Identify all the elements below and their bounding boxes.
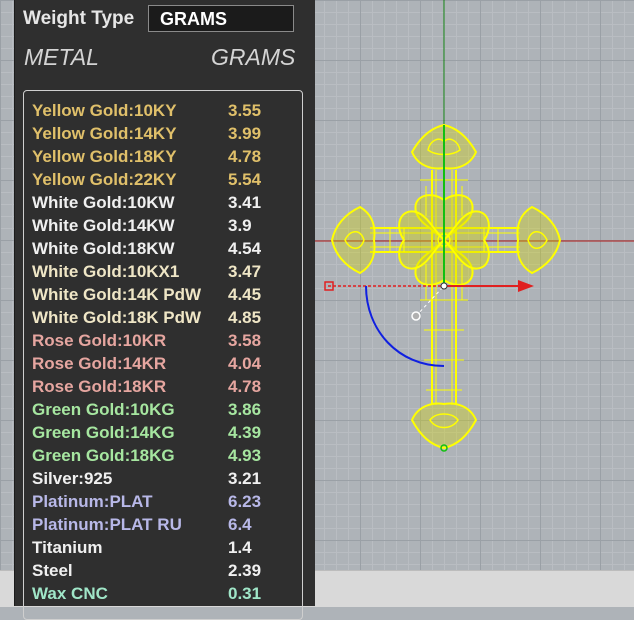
metal-name: White Gold:14K PdW <box>32 285 202 304</box>
gizmo-x-arrow-icon[interactable] <box>518 280 534 292</box>
metal-row[interactable]: White Gold:18K PdW 4.85 <box>32 308 302 330</box>
metal-grams-value: 3.55 <box>228 101 262 120</box>
metal-row[interactable]: Titanium 1.4 <box>32 538 302 560</box>
metal-row[interactable]: Rose Gold:10KR 3.58 <box>32 331 302 353</box>
metal-grams-value: 0.31 <box>228 584 262 603</box>
metal-name: Rose Gold:18KR <box>32 377 167 396</box>
metal-grams-value: 1.4 <box>228 538 252 557</box>
metal-row[interactable]: Rose Gold:14KR 4.04 <box>32 354 302 376</box>
metal-name: Titanium <box>32 538 103 557</box>
metal-row[interactable]: Green Gold:14KG 4.39 <box>32 423 302 445</box>
metal-grams-value: 4.45 <box>228 285 262 304</box>
metal-grams-value: 6.23 <box>228 492 262 511</box>
metal-grams-value: 4.78 <box>228 147 262 166</box>
gizmo-pivot-handle[interactable] <box>411 311 421 321</box>
metal-grams-value: 5.54 <box>228 170 262 189</box>
metal-row[interactable]: Platinum:PLAT RU 6.4 <box>32 515 302 537</box>
metal-name: Platinum:PLAT <box>32 492 153 511</box>
metal-row[interactable]: Silver:925 3.21 <box>32 469 302 491</box>
gizmo-guide-line <box>415 285 445 317</box>
metal-grams-value: 4.85 <box>228 308 262 327</box>
metal-row[interactable]: Yellow Gold:10KY 3.55 <box>32 101 302 123</box>
metal-name: Yellow Gold:22KY <box>32 170 177 189</box>
metal-grams-value: 6.4 <box>228 515 252 534</box>
metal-grams-value: 3.41 <box>228 193 262 212</box>
metal-name: White Gold:14KW <box>32 216 175 235</box>
metal-name: Yellow Gold:10KY <box>32 101 177 120</box>
metal-weight-panel: Weight Type GRAMS METAL GRAMS Yellow Gol… <box>14 0 315 620</box>
metal-row[interactable]: Yellow Gold:18KY 4.78 <box>32 147 302 169</box>
metal-row[interactable]: White Gold:10KW 3.41 <box>32 193 302 215</box>
metal-name: Wax CNC <box>32 584 108 603</box>
metal-grams-value: 4.04 <box>228 354 262 373</box>
metal-name: Rose Gold:10KR <box>32 331 167 350</box>
metal-name: Steel <box>32 561 73 580</box>
metal-grams-value: 3.99 <box>228 124 262 143</box>
metal-row[interactable]: Steel 2.39 <box>32 561 302 583</box>
metal-name: Green Gold:18KG <box>32 446 175 465</box>
metal-row[interactable]: Yellow Gold:22KY 5.54 <box>32 170 302 192</box>
metal-grams-value: 2.39 <box>228 561 262 580</box>
metal-row[interactable]: White Gold:18KW 4.54 <box>32 239 302 261</box>
metal-grams-value: 4.54 <box>228 239 262 258</box>
gizmo-center[interactable] <box>440 282 448 290</box>
metal-grams-value: 4.93 <box>228 446 262 465</box>
metal-name: White Gold:18K PdW <box>32 308 202 327</box>
weight-type-field[interactable]: GRAMS <box>148 5 294 32</box>
metal-row[interactable]: Green Gold:10KG 3.86 <box>32 400 302 422</box>
grams-column-header: GRAMS <box>211 44 296 70</box>
metal-grams-value: 3.47 <box>228 262 262 281</box>
weight-type-label: Weight Type <box>23 8 135 29</box>
metal-grams-value: 3.21 <box>228 469 262 488</box>
metal-row[interactable]: Yellow Gold:14KY 3.99 <box>32 124 302 146</box>
metal-name: White Gold:18KW <box>32 239 175 258</box>
metal-row[interactable]: White Gold:14K PdW 4.45 <box>32 285 302 307</box>
metal-name: Platinum:PLAT RU <box>32 515 182 534</box>
metal-name: Green Gold:10KG <box>32 400 175 419</box>
metal-grams-value: 4.39 <box>228 423 262 442</box>
metal-row[interactable]: Rose Gold:18KR 4.78 <box>32 377 302 399</box>
metal-row[interactable]: Wax CNC 0.31 <box>32 584 302 606</box>
metal-name: Green Gold:14KG <box>32 423 175 442</box>
metal-grams-value: 4.78 <box>228 377 262 396</box>
metal-name: Silver:925 <box>32 469 113 488</box>
metal-name: Yellow Gold:18KY <box>32 147 177 166</box>
metal-grams-value: 3.86 <box>228 400 262 419</box>
metal-name: White Gold:10KW <box>32 193 175 212</box>
metal-name: Yellow Gold:14KY <box>32 124 177 143</box>
metal-row[interactable]: Platinum:PLAT 6.23 <box>32 492 302 514</box>
metal-name: Rose Gold:14KR <box>32 354 167 373</box>
metal-name: White Gold:10KX1 <box>32 262 180 281</box>
metal-grams-value: 3.58 <box>228 331 262 350</box>
metal-column-header: METAL <box>24 44 99 70</box>
metal-grams-value: 3.9 <box>228 216 252 235</box>
metal-row[interactable]: White Gold:10KX1 3.47 <box>32 262 302 284</box>
metal-row[interactable]: Green Gold:18KG 4.93 <box>32 446 302 468</box>
metal-row[interactable]: White Gold:14KW 3.9 <box>32 216 302 238</box>
